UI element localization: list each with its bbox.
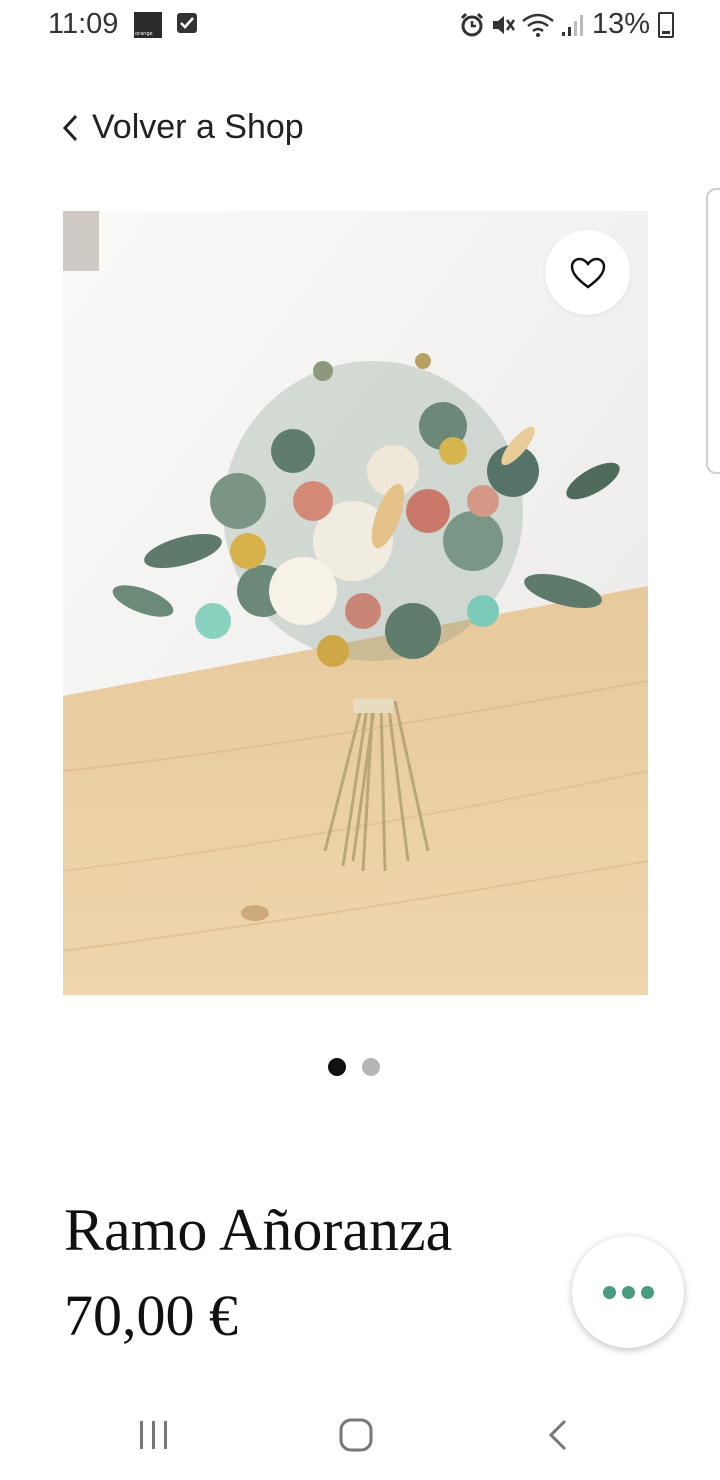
pagination-dot-1[interactable] [328,1058,346,1076]
product-image[interactable] [63,211,648,995]
carrier-logo: orange [134,12,162,38]
scroll-indicator[interactable] [706,188,720,474]
product-price: 70,00 € [64,1283,238,1348]
mute-icon [492,15,515,34]
alarm-icon [460,12,484,36]
more-dot [640,1285,654,1299]
back-button[interactable] [518,1390,598,1480]
more-horizontal-icon [602,1285,616,1299]
back-to-shop-link[interactable]: Volver a Shop [62,108,304,147]
home-icon [339,1418,373,1452]
favorite-button[interactable] [545,230,630,315]
battery-percent: 13% [591,8,650,40]
recent-apps-icon [140,1421,167,1449]
more-options-button[interactable] [572,1236,684,1348]
chevron-left-icon [62,114,78,141]
battery-icon [658,11,674,38]
bouquet-photo [63,211,648,995]
heart-outline-icon [570,257,605,289]
recent-apps-button[interactable] [114,1390,194,1480]
home-button[interactable] [316,1390,396,1480]
android-nav-bar [0,1390,720,1480]
status-right: 13% [459,8,674,41]
product-title: Ramo Añoranza [64,1197,453,1263]
status-bar: 11:09 orange 13% [0,0,720,52]
back-link-label: Volver a Shop [92,108,304,146]
wifi-icon [522,13,554,37]
signal-icon [561,14,583,36]
back-icon [548,1419,567,1451]
gallery-pagination [328,1058,380,1076]
notification-check-icon [177,13,197,33]
status-time: 11:09 [48,8,119,40]
more-dot [621,1285,635,1299]
pagination-dot-2[interactable] [362,1058,380,1076]
